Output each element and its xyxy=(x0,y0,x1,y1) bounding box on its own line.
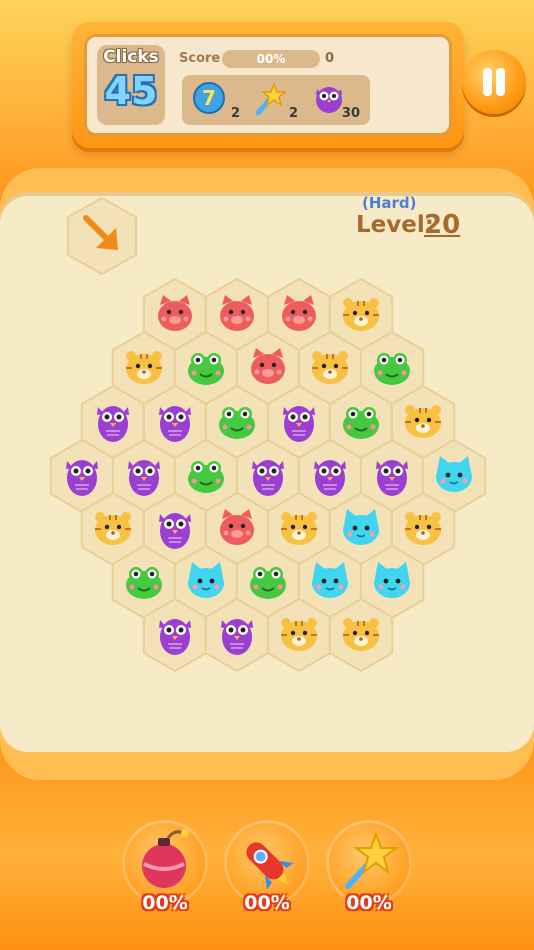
frog-tile-icon xyxy=(343,407,379,439)
tiger-tile-icon xyxy=(405,405,441,438)
frog-tile-icon xyxy=(250,567,286,599)
tiger-tile-icon xyxy=(281,512,317,545)
tiger-tile-icon xyxy=(126,351,162,384)
tiger-tile-icon xyxy=(95,512,131,545)
frog-tile-icon xyxy=(126,567,162,599)
frog-tile-icon xyxy=(188,461,224,493)
frog-tile-icon xyxy=(219,407,255,439)
tiger-tile-icon xyxy=(343,298,379,331)
star-wand-percent: 00% xyxy=(346,892,392,914)
frog-tile-icon xyxy=(374,353,410,385)
rocket-percent: 00% xyxy=(244,892,290,914)
tiger-tile-icon xyxy=(405,512,441,545)
tiger-tile-icon xyxy=(343,618,379,651)
tiger-tile-icon xyxy=(281,618,317,651)
tiger-tile-icon xyxy=(312,351,348,384)
frog-tile-icon xyxy=(188,353,224,385)
bomb-percent: 00% xyxy=(142,892,188,914)
